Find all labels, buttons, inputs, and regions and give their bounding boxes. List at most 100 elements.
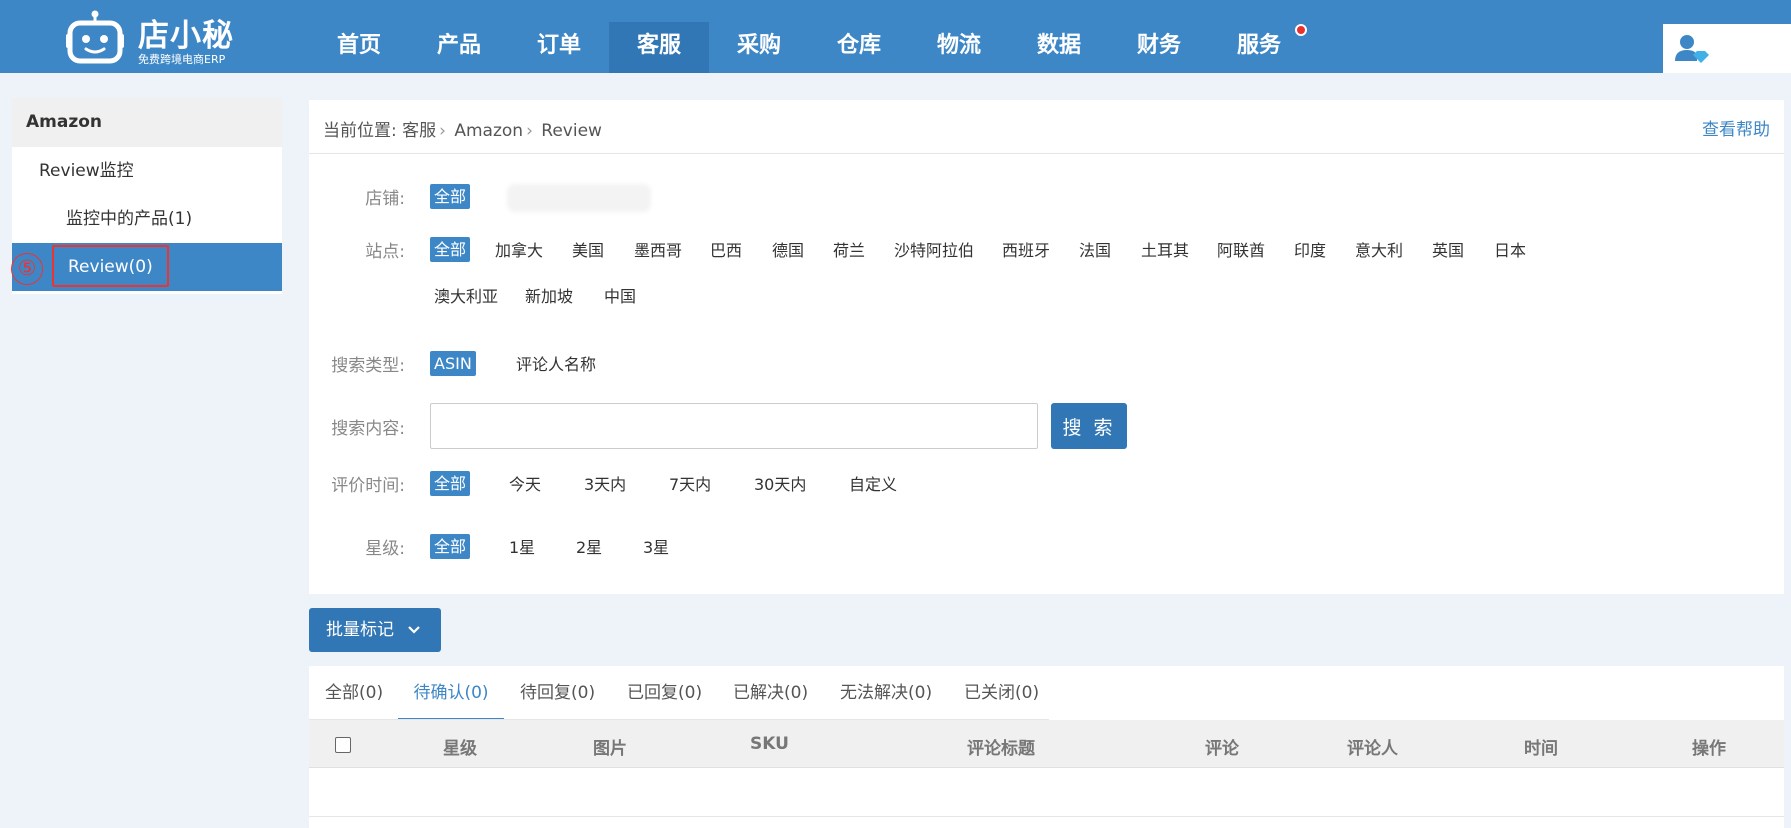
search-type-label: 搜索类型: bbox=[331, 356, 405, 376]
sidebar-title: Amazon bbox=[12, 98, 282, 147]
store-label: 店铺: bbox=[365, 189, 405, 209]
user-icon bbox=[1675, 35, 1709, 63]
brand-name: 店小秘 bbox=[138, 18, 234, 54]
robot-logo-icon bbox=[66, 10, 124, 64]
breadcrumb: 当前位置: 客服 › Amazon › Review bbox=[323, 116, 602, 141]
site-option[interactable]: 美国 bbox=[572, 237, 604, 261]
time-option[interactable]: 30天内 bbox=[754, 471, 806, 495]
time-option[interactable]: 今天 bbox=[509, 471, 541, 495]
site-option[interactable]: 中国 bbox=[604, 283, 636, 307]
search-content-label: 搜索内容: bbox=[331, 419, 405, 439]
rating-option[interactable]: 全部 bbox=[430, 534, 471, 559]
sidebar-item-review-label: Review(0) bbox=[52, 245, 169, 287]
rating-option[interactable]: 3星 bbox=[643, 534, 669, 558]
column-header: 图片 bbox=[593, 739, 627, 759]
site-option[interactable]: 印度 bbox=[1294, 237, 1326, 261]
site-option[interactable]: 加拿大 bbox=[495, 237, 543, 261]
site-label: 站点: bbox=[365, 242, 405, 262]
search-type-reviewer[interactable]: 评论人名称 bbox=[516, 351, 596, 375]
column-header: 时间 bbox=[1524, 739, 1558, 759]
status-tabs: 全部(0) 待确认(0) 待回复(0) 已回复(0) 已解决(0) 无法解决(0… bbox=[309, 666, 1784, 720]
nav-logistics[interactable]: 物流 bbox=[909, 22, 1009, 73]
time-option[interactable]: 3天内 bbox=[584, 471, 626, 495]
select-all-checkbox[interactable] bbox=[335, 737, 351, 753]
nav-home[interactable]: 首页 bbox=[309, 22, 409, 73]
site-option[interactable]: 澳大利亚 bbox=[434, 283, 498, 307]
site-option[interactable]: 新加坡 bbox=[525, 283, 573, 307]
filter-panel: 当前位置: 客服 › Amazon › Review 查看帮助 店铺: 全部 站点:… bbox=[309, 100, 1784, 594]
nav-services-label: 服务 bbox=[1236, 33, 1281, 58]
notification-dot bbox=[1295, 24, 1307, 36]
tab-all[interactable]: 全部(0) bbox=[325, 666, 383, 720]
tab-pending-reply[interactable]: 待回复(0) bbox=[520, 666, 595, 720]
review-time-label: 评价时间: bbox=[331, 476, 405, 496]
help-link[interactable]: 查看帮助 bbox=[1702, 115, 1770, 140]
nav-warehouse[interactable]: 仓库 bbox=[809, 22, 909, 73]
column-header: 操作 bbox=[1692, 739, 1726, 759]
sidebar-item-monitored-products[interactable]: 监控中的产品(1) bbox=[12, 195, 282, 243]
site-option[interactable]: 墨西哥 bbox=[634, 237, 682, 261]
site-option[interactable]: 土耳其 bbox=[1141, 237, 1189, 261]
batch-mark-button[interactable]: 批量标记 bbox=[309, 608, 441, 652]
table-bottom-border bbox=[309, 816, 1784, 817]
breadcrumb-bar: 当前位置: 客服 › Amazon › Review 查看帮助 bbox=[309, 100, 1784, 154]
breadcrumb-item: Review bbox=[541, 121, 602, 141]
chevron-down-icon bbox=[408, 626, 420, 634]
nav-services[interactable]: 服务 bbox=[1209, 22, 1309, 73]
breadcrumb-item[interactable]: Amazon bbox=[454, 121, 523, 141]
brand-slogan: 免费跨境电商ERP bbox=[138, 53, 226, 66]
sidebar-item-review-monitor[interactable]: Review监控 bbox=[12, 147, 282, 195]
top-navbar: 店小秘 免费跨境电商ERP 首页 产品 订单 客服 采购 仓库 物流 数据 财务… bbox=[0, 0, 1791, 73]
column-header: 评论标题 bbox=[967, 739, 1035, 759]
site-option[interactable]: 日本 bbox=[1494, 237, 1526, 261]
nav-data[interactable]: 数据 bbox=[1009, 22, 1109, 73]
step-marker: ⑤ bbox=[11, 253, 43, 285]
site-option[interactable]: 沙特阿拉伯 bbox=[894, 237, 974, 261]
main-nav: 首页 产品 订单 客服 采购 仓库 物流 数据 财务 服务 bbox=[309, 22, 1309, 73]
site-option[interactable]: 德国 bbox=[772, 237, 804, 261]
nav-customer-service[interactable]: 客服 bbox=[609, 22, 709, 73]
site-option[interactable]: 全部 bbox=[430, 237, 471, 262]
sidebar-item-review[interactable]: Review(0) bbox=[12, 243, 282, 291]
tab-pending-confirm[interactable]: 待确认(0) bbox=[398, 666, 504, 720]
batch-mark-label: 批量标记 bbox=[326, 620, 394, 640]
search-type-asin[interactable]: ASIN bbox=[430, 351, 476, 376]
site-option[interactable]: 英国 bbox=[1432, 237, 1464, 261]
user-menu[interactable] bbox=[1663, 24, 1791, 73]
breadcrumb-item[interactable]: 客服 bbox=[402, 121, 436, 141]
time-option[interactable]: 自定义 bbox=[849, 471, 897, 495]
sidebar: Amazon Review监控 监控中的产品(1) Review(0) bbox=[12, 98, 282, 294]
site-option[interactable]: 荷兰 bbox=[833, 237, 865, 261]
site-option[interactable]: 西班牙 bbox=[1002, 237, 1050, 261]
search-input[interactable] bbox=[430, 403, 1038, 449]
column-header: SKU bbox=[750, 734, 789, 754]
tab-unresolvable[interactable]: 无法解决(0) bbox=[840, 666, 932, 720]
site-option[interactable]: 巴西 bbox=[710, 237, 742, 261]
column-header: 星级 bbox=[443, 739, 477, 759]
rating-option[interactable]: 1星 bbox=[509, 534, 535, 558]
nav-purchase[interactable]: 采购 bbox=[709, 22, 809, 73]
tab-replied[interactable]: 已回复(0) bbox=[627, 666, 702, 720]
store-option-all[interactable]: 全部 bbox=[430, 184, 471, 209]
logo[interactable]: 店小秘 免费跨境电商ERP bbox=[66, 4, 236, 66]
nav-finance[interactable]: 财务 bbox=[1109, 22, 1209, 73]
chevron-right-icon: › bbox=[439, 121, 446, 141]
review-list-panel: 全部(0) 待确认(0) 待回复(0) 已回复(0) 已解决(0) 无法解决(0… bbox=[309, 666, 1784, 828]
breadcrumb-prefix: 当前位置: bbox=[323, 121, 397, 141]
search-button[interactable]: 搜 索 bbox=[1051, 403, 1127, 449]
tab-resolved[interactable]: 已解决(0) bbox=[733, 666, 808, 720]
site-option[interactable]: 法国 bbox=[1079, 237, 1111, 261]
site-option[interactable]: 意大利 bbox=[1355, 237, 1403, 261]
column-header: 评论人 bbox=[1347, 739, 1398, 759]
tab-closed[interactable]: 已关闭(0) bbox=[964, 666, 1039, 720]
table-header: 星级 图片 SKU 评论标题 评论 评论人 时间 操作 bbox=[309, 720, 1784, 768]
nav-orders[interactable]: 订单 bbox=[509, 22, 609, 73]
site-option[interactable]: 阿联酋 bbox=[1217, 237, 1265, 261]
nav-products[interactable]: 产品 bbox=[409, 22, 509, 73]
store-option-redacted[interactable] bbox=[507, 184, 651, 212]
rating-option[interactable]: 2星 bbox=[576, 534, 602, 558]
time-option[interactable]: 全部 bbox=[430, 471, 471, 496]
time-option[interactable]: 7天内 bbox=[669, 471, 711, 495]
column-header: 评论 bbox=[1205, 739, 1239, 759]
rating-label: 星级: bbox=[365, 539, 405, 559]
